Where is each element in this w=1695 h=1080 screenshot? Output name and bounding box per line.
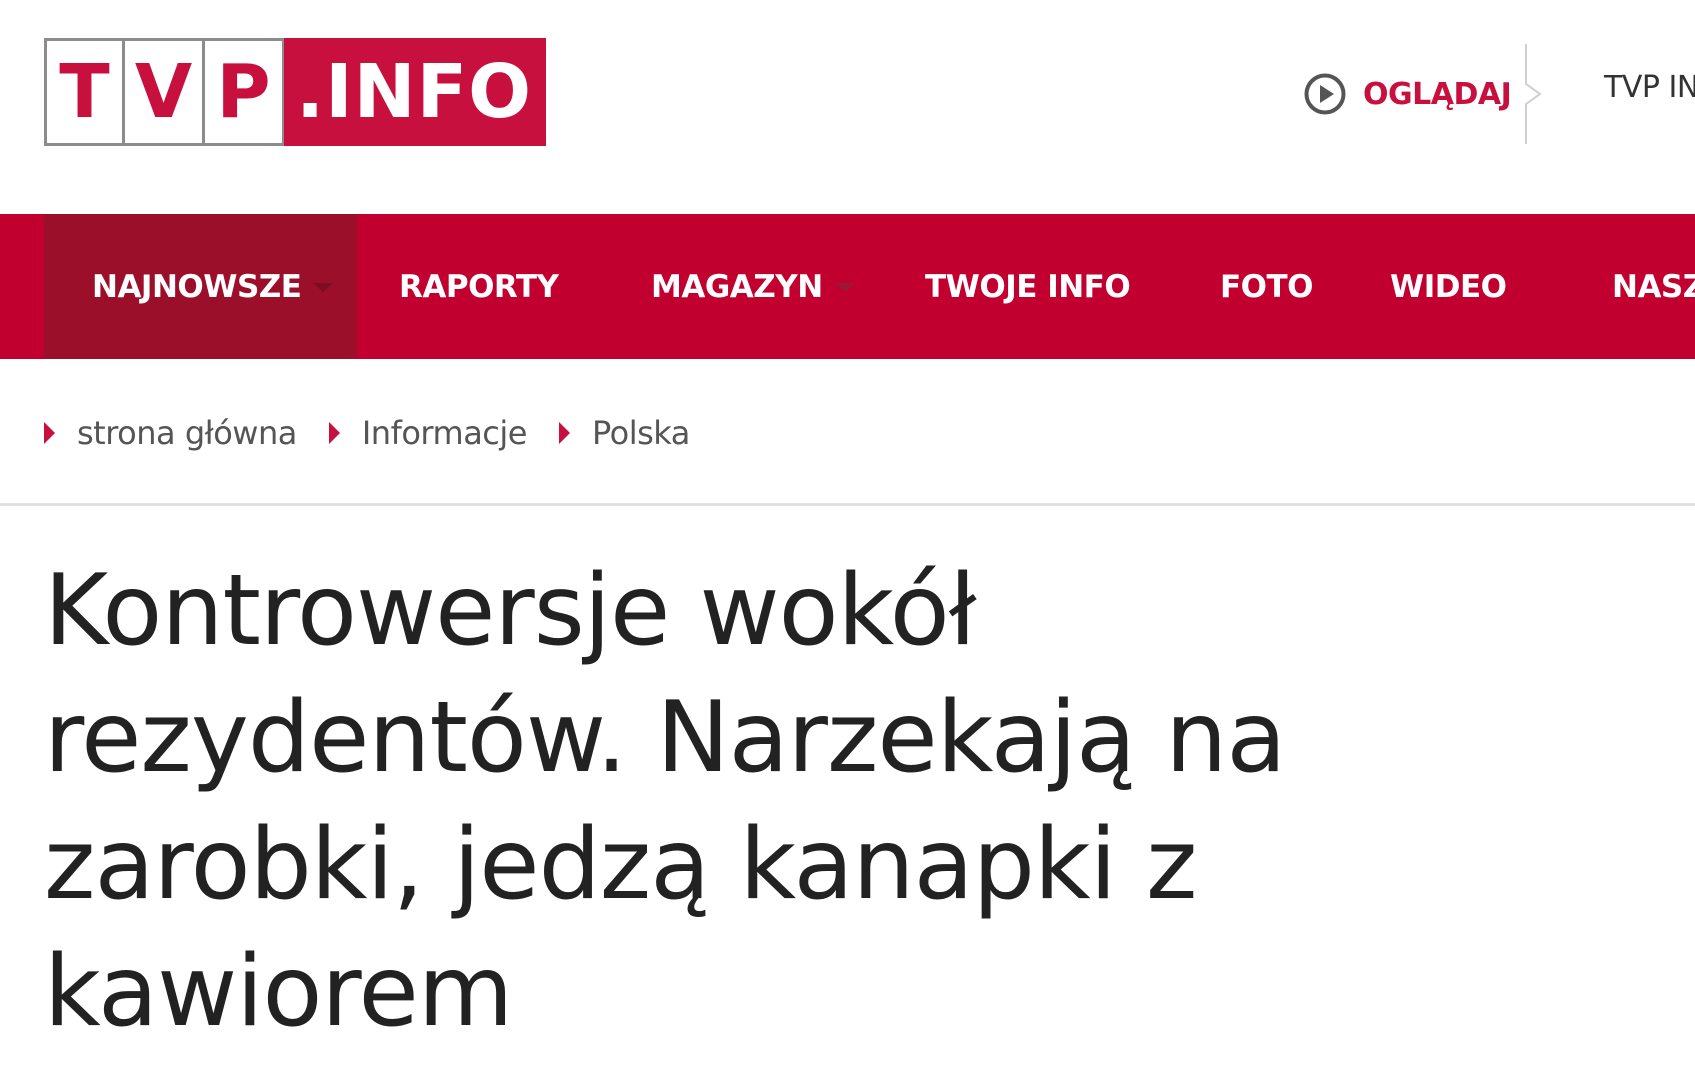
nav-item-label: MAGAZYN — [651, 268, 823, 305]
play-circle-icon — [1304, 73, 1346, 115]
caret-right-icon — [328, 422, 340, 444]
breadcrumb-item-home[interactable]: strona główna — [44, 414, 297, 452]
caret-right-icon — [558, 422, 570, 444]
breadcrumb-item-informacje[interactable]: Informacje — [328, 414, 528, 452]
chevron-down-icon — [834, 283, 855, 292]
logo-info-text: .INFO — [284, 38, 547, 146]
nav-item-nasz[interactable]: NASZ — [1612, 214, 1695, 359]
nav-item-raporty[interactable]: RAPORTY — [399, 214, 559, 359]
caret-right-icon — [44, 422, 55, 444]
breadcrumb: strona główna Informacje Polska — [44, 408, 722, 458]
logo-letter-t: T — [44, 38, 124, 146]
nav-item-najnowsze[interactable]: NAJNOWSZE — [44, 214, 357, 359]
section-divider — [0, 503, 1695, 506]
watch-live-link[interactable]: OGLĄDAJ — [1303, 68, 1512, 120]
main-navigation: NAJNOWSZE RAPORTY MAGAZYN TWOJE INFO FOT… — [0, 214, 1695, 359]
nav-item-label: RAPORTY — [399, 268, 559, 305]
chevron-down-icon — [313, 283, 334, 292]
watch-label: OGLĄDAJ — [1363, 76, 1512, 112]
nav-item-label: TWOJE INFO — [925, 268, 1131, 305]
tvp-info-tv-link[interactable]: TVP IN — [1604, 70, 1695, 105]
breadcrumb-label: strona główna — [77, 414, 297, 452]
logo-letter-v: V — [124, 38, 204, 146]
tvp-info-logo[interactable]: T V P .INFO — [44, 38, 547, 146]
nav-item-magazyn[interactable]: MAGAZYN — [651, 214, 855, 359]
top-header: T V P .INFO OGLĄDAJ TVP IN — [0, 0, 1695, 214]
nav-item-foto[interactable]: FOTO — [1220, 214, 1314, 359]
nav-item-label: WIDEO — [1390, 268, 1507, 305]
breadcrumb-label: Polska — [591, 414, 690, 452]
breadcrumb-label: Informacje — [361, 414, 528, 452]
nav-item-label: NAJNOWSZE — [92, 268, 302, 305]
nav-item-wideo[interactable]: WIDEO — [1390, 214, 1507, 359]
nav-item-label: NASZ — [1612, 268, 1695, 305]
nav-item-label: FOTO — [1220, 268, 1314, 305]
chevron-separator-icon — [1525, 44, 1542, 144]
nav-item-twoje-info[interactable]: TWOJE INFO — [925, 214, 1131, 359]
breadcrumb-item-polska[interactable]: Polska — [558, 414, 690, 452]
logo-letter-p: P — [204, 38, 284, 146]
article-title: Kontrowersje wokół rezydentów. Narzekają… — [44, 554, 1286, 1049]
